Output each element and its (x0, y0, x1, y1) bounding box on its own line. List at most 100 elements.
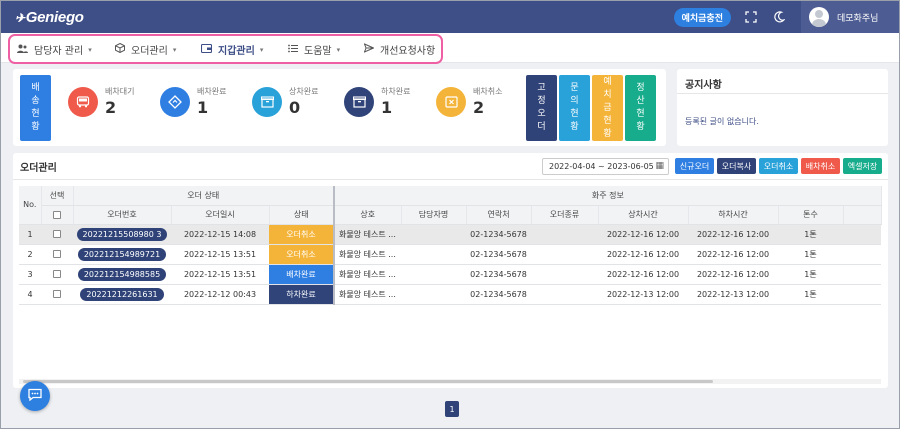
cell-tonnage: 1톤 (778, 264, 844, 285)
wallet-icon (200, 43, 213, 56)
cell-extra (843, 244, 882, 265)
col-load-time[interactable]: 상차시간 (598, 205, 689, 225)
nav-item-manager[interactable]: 담당자 관리 ▾ (17, 42, 92, 57)
table-row[interactable]: 4 20221212261631 2022-12-12 00:43 하차완료 화… (19, 284, 882, 305)
box-icon (344, 87, 374, 117)
col-select: 선택 (41, 186, 74, 206)
stat-label: 배차취소 (473, 87, 503, 96)
cell-order-no[interactable]: 20221212261631 (73, 284, 171, 305)
dispatch-status-button[interactable]: 배송현황 (20, 75, 51, 141)
cell-extra (843, 284, 882, 305)
cell-unload-time: 2022-12-16 12:00 (688, 264, 779, 285)
cell-no: 1 (19, 224, 41, 245)
nav-label: 도움말 (304, 46, 332, 57)
stat-label: 하차완료 (381, 87, 411, 96)
cancel-order-button[interactable]: 오더취소 (759, 158, 798, 174)
order-no-pill[interactable]: 20221215508980 3 (76, 227, 168, 241)
page-button-current[interactable]: 1 (445, 401, 459, 417)
row-checkbox[interactable] (41, 244, 73, 265)
dark-mode-icon[interactable] (773, 11, 785, 23)
cell-no: 2 (19, 244, 41, 265)
col-status[interactable]: 상태 (269, 205, 336, 225)
col-order-date[interactable]: 오더일시 (171, 205, 270, 225)
table-row[interactable]: 3 202212154988585 2022-12-15 13:51 배차완료 … (19, 264, 882, 285)
stat-unloaded[interactable]: 하차완료 1 (344, 84, 410, 117)
notice-title: 공지사항 (685, 80, 722, 91)
truck-icon (68, 87, 98, 117)
status-badge: 배차완료 (269, 264, 333, 283)
cell-load-time: 2022-12-13 12:00 (598, 284, 689, 305)
logo[interactable]: ✈Geniego (15, 9, 84, 26)
cell-order-type (531, 244, 599, 265)
col-contact[interactable]: 연락처 (466, 205, 532, 225)
cell-extra (843, 264, 882, 285)
stat-value: 1 (197, 98, 209, 117)
table-row[interactable]: 2 202212154989721 2022-12-15 13:51 오더취소 … (19, 244, 882, 265)
list-icon (288, 44, 298, 56)
user-menu[interactable]: 데모화주님 (801, 1, 899, 33)
scrollbar-thumb[interactable] (23, 380, 713, 383)
order-no-pill[interactable]: 202212154989721 (77, 247, 167, 261)
excel-save-button[interactable]: 엑셀저장 (843, 158, 882, 174)
chevron-down-icon: ▾ (259, 45, 264, 54)
col-manager[interactable]: 담당자명 (401, 205, 467, 225)
col-no: No. (19, 186, 42, 225)
table-row[interactable]: 1 20221215508980 3 2022-12-15 14:08 오더취소… (19, 224, 882, 245)
nav-item-requests[interactable]: 개선요청사항 (363, 42, 435, 57)
new-order-button[interactable]: 신규오더 (675, 158, 714, 174)
col-tonnage[interactable]: 톤수 (778, 205, 844, 225)
nav-item-help[interactable]: 도움말 ▾ (288, 42, 340, 57)
stat-dispatched[interactable]: 배차완료 1 (160, 84, 226, 117)
cell-unload-time: 2022-12-16 12:00 (688, 224, 779, 245)
cell-manager (401, 264, 467, 285)
cell-order-date: 2022-12-15 13:51 (171, 264, 269, 285)
cancel-dispatch-button[interactable]: 배차취소 (801, 158, 840, 174)
avatar (809, 7, 829, 27)
nav-item-orders[interactable]: 오더관리 ▾ (115, 42, 176, 57)
stat-cancelled[interactable]: 배차취소 2 (436, 84, 502, 117)
chevron-down-icon: ▾ (172, 45, 177, 54)
main-nav: 담당자 관리 ▾ 오더관리 ▾ 지갑관리 ▾ 도움말 ▾ 개선요청사항 (1, 33, 899, 64)
stat-loaded[interactable]: 상차완료 0 (252, 84, 318, 117)
cancel-icon (436, 87, 466, 117)
cell-order-no[interactable]: 202212154989721 (73, 244, 171, 265)
row-checkbox[interactable] (41, 224, 73, 245)
row-checkbox[interactable] (41, 264, 73, 285)
order-no-pill[interactable]: 20221212261631 (80, 287, 164, 301)
deposit-charge-button[interactable]: 예치금충전 (673, 7, 731, 27)
col-order-type[interactable]: 오더종류 (531, 205, 599, 225)
chat-icon (28, 388, 42, 404)
fixed-order-button[interactable]: 고정오더 (526, 75, 557, 141)
order-no-pill[interactable]: 202212154988585 (77, 267, 167, 281)
cell-status: 오더취소 (269, 244, 336, 265)
divider (13, 179, 888, 180)
col-unload-time[interactable]: 하차시간 (688, 205, 779, 225)
notice-card: 공지사항 등록된 글이 없습니다. (677, 69, 888, 146)
col-company[interactable]: 상호 (334, 205, 402, 225)
inquiry-status-button[interactable]: 문의현황 (559, 75, 590, 141)
users-icon (17, 44, 28, 56)
cell-order-date: 2022-12-15 14:08 (171, 224, 269, 245)
box-icon (252, 87, 282, 117)
select-all-checkbox[interactable] (41, 205, 74, 225)
cell-manager (401, 284, 467, 305)
horizontal-scrollbar[interactable] (19, 379, 881, 384)
date-range-input[interactable]: 2022-04-04 ~ 2023-06-05 ▦ (542, 158, 669, 175)
col-order-no[interactable]: 오더번호 (73, 205, 172, 225)
cell-contact: 02-1234-5678 (466, 224, 532, 245)
deposit-status-button[interactable]: 예치금현황 (592, 75, 623, 141)
copy-order-button[interactable]: 오더복사 (717, 158, 756, 174)
chat-button[interactable] (20, 381, 50, 411)
cell-order-no[interactable]: 20221215508980 3 (73, 224, 171, 245)
date-range-value: 2022-04-04 ~ 2023-06-05 (549, 162, 654, 171)
nav-item-wallet[interactable]: 지갑관리 ▾ (200, 42, 264, 57)
calendar-icon[interactable]: ▦ (655, 161, 664, 171)
stat-waiting[interactable]: 배차대기 2 (68, 84, 134, 117)
settlement-status-button[interactable]: 정산현황 (625, 75, 656, 141)
chevron-down-icon: ▾ (336, 45, 341, 54)
stat-label: 상차완료 (289, 87, 319, 96)
fullscreen-icon[interactable] (745, 11, 757, 23)
cell-unload-time: 2022-12-16 12:00 (688, 244, 779, 265)
cell-order-no[interactable]: 202212154988585 (73, 264, 171, 285)
row-checkbox[interactable] (41, 284, 73, 305)
